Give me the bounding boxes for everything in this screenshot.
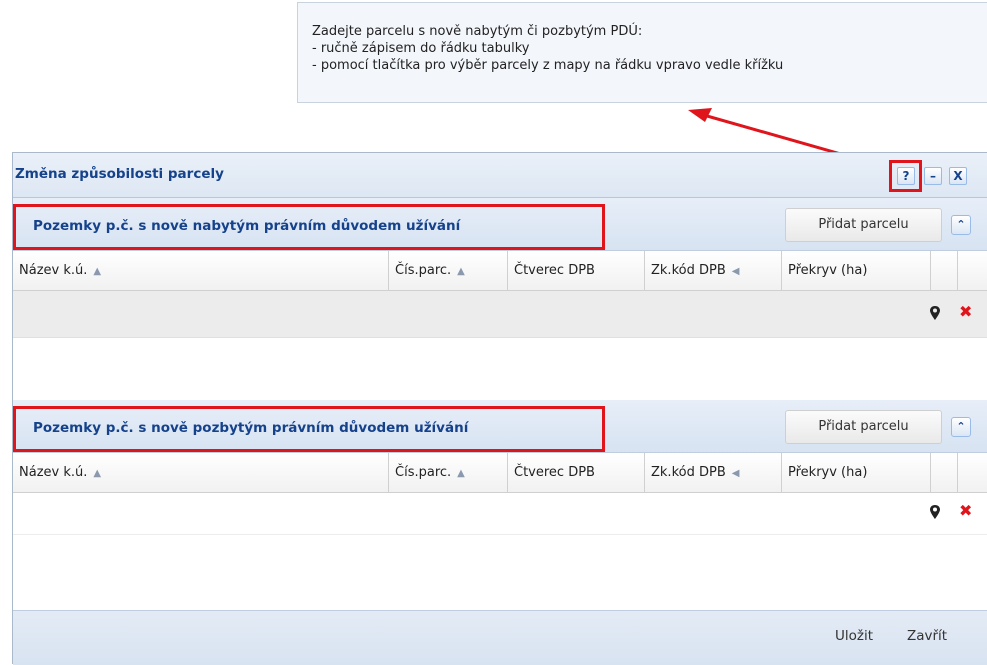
close-button[interactable]: X: [949, 167, 967, 185]
help-button[interactable]: ?: [897, 167, 915, 185]
table-empty-area: [13, 534, 987, 610]
collapse-button[interactable]: ⌃: [951, 417, 971, 437]
close-dialog-button[interactable]: Zavřít: [907, 628, 947, 644]
sort-asc-icon: ◀: [731, 468, 740, 479]
table-row[interactable]: ✖: [13, 291, 987, 338]
column-header-parcel-number[interactable]: Čís.parc. ▲: [389, 251, 508, 290]
dialog-window: Změna způsobilosti parcely ? – X Pozemky…: [12, 152, 987, 665]
add-parcel-button[interactable]: Přidat parcelu: [785, 410, 942, 444]
column-header-katastr[interactable]: Název k.ú. ▲: [13, 453, 389, 492]
column-header-dpb-code[interactable]: Zk.kód DPB ◀: [645, 453, 782, 492]
column-header-dpb-square[interactable]: Čtverec DPB: [508, 453, 645, 492]
tooltip-line-3: - pomocí tlačítka pro výběr parcely z ma…: [312, 58, 784, 73]
section-title-highlight: [13, 204, 605, 250]
table-empty-area: [13, 338, 987, 400]
column-header-row: Název k.ú. ▲ Čís.parc. ▲ Čtverec DPB Zk.kó…: [13, 453, 987, 493]
delete-x-icon[interactable]: ✖: [959, 502, 972, 520]
tooltip-line-1: Zadejte parcelu s nově nabytým či pozbyt…: [312, 24, 643, 39]
minimize-button[interactable]: –: [924, 167, 942, 185]
help-tooltip: Zadejte parcelu s nově nabytým či pozbyt…: [297, 2, 987, 103]
column-header-overlap[interactable]: Překryv (ha): [782, 453, 931, 492]
sort-asc-icon: ▲: [93, 468, 102, 479]
tooltip-line-2: - ručně zápisem do řádku tabulky: [312, 41, 530, 56]
column-header-katastr[interactable]: Název k.ú. ▲: [13, 251, 389, 290]
table-row[interactable]: ✖: [13, 493, 987, 534]
column-header-parcel-number[interactable]: Čís.parc. ▲: [389, 453, 508, 492]
column-header-dpb-square[interactable]: Čtverec DPB: [508, 251, 645, 290]
section-header: Pozemky p.č. s nově nabytým právním důvo…: [13, 198, 987, 251]
column-header-overlap[interactable]: Překryv (ha): [782, 251, 931, 290]
save-button[interactable]: Uložit: [835, 628, 873, 644]
dialog-titlebar: Změna způsobilosti parcely ? – X: [13, 153, 987, 198]
column-header-actions: [931, 453, 958, 492]
column-header-dpb-code[interactable]: Zk.kód DPB ◀: [645, 251, 782, 290]
collapse-button[interactable]: ⌃: [951, 215, 971, 235]
section-title-highlight: [13, 406, 605, 452]
delete-x-icon[interactable]: ✖: [959, 303, 972, 321]
add-parcel-button[interactable]: Přidat parcelu: [785, 208, 942, 242]
map-pin-icon[interactable]: [929, 505, 941, 519]
dialog-footer: Uložit Zavřít: [13, 610, 987, 665]
map-pin-icon[interactable]: [929, 306, 941, 320]
dialog-title: Změna způsobilosti parcely: [15, 166, 224, 182]
sort-asc-icon: ▲: [457, 266, 465, 277]
column-header-actions: [931, 251, 958, 290]
section-header: Pozemky p.č. s nově pozbytým právním dův…: [13, 400, 987, 453]
sort-asc-icon: ◀: [731, 266, 740, 277]
column-header-row: Název k.ú. ▲ Čís.parc. ▲ Čtverec DPB Zk.kó…: [13, 251, 987, 291]
sort-asc-icon: ▲: [93, 266, 102, 277]
sort-asc-icon: ▲: [457, 468, 465, 479]
